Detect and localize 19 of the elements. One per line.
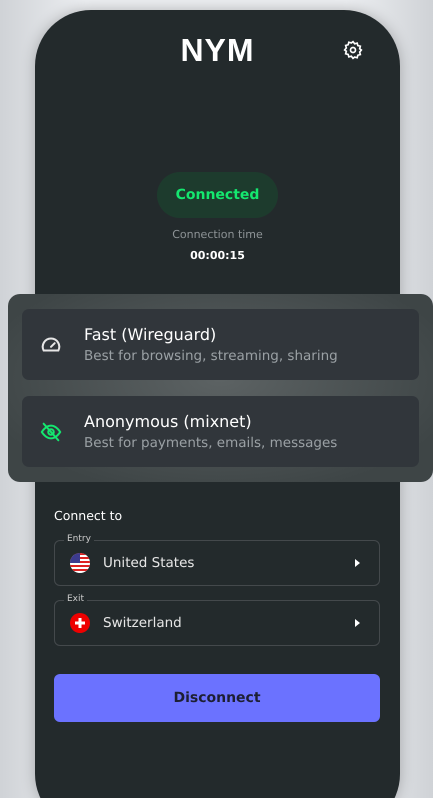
field-label: Entry bbox=[64, 533, 94, 545]
mode-title: Fast (Wireguard) bbox=[84, 325, 218, 344]
mode-description: Best for payments, emails, messages bbox=[84, 435, 338, 451]
status-badge: Connected bbox=[156, 172, 278, 218]
connection-time-label: Connection time bbox=[172, 228, 263, 241]
mode-option[interactable]: Anonymous (mixnet) Best for payments, emails, messages bbox=[22, 396, 419, 467]
logo: NYM bbox=[180, 34, 255, 70]
disconnect-button[interactable]: Disconnect bbox=[54, 674, 380, 722]
flag-icon bbox=[70, 553, 90, 573]
mode-title: Anonymous (mixnet) bbox=[84, 412, 253, 431]
section-heading: Connect to bbox=[54, 508, 124, 523]
flag-icon bbox=[70, 613, 90, 633]
connection-time: 00:00:15 bbox=[190, 249, 245, 262]
location-field[interactable]: Switzerland bbox=[54, 600, 380, 646]
mode-option[interactable]: Fast (Wireguard) Best for browsing, streaming, sharing bbox=[22, 309, 419, 380]
mode-description: Best for browsing, streaming, sharing bbox=[84, 348, 338, 364]
settings-icon[interactable] bbox=[343, 40, 363, 60]
caret-icon bbox=[355, 559, 361, 567]
caret-icon bbox=[355, 619, 361, 627]
